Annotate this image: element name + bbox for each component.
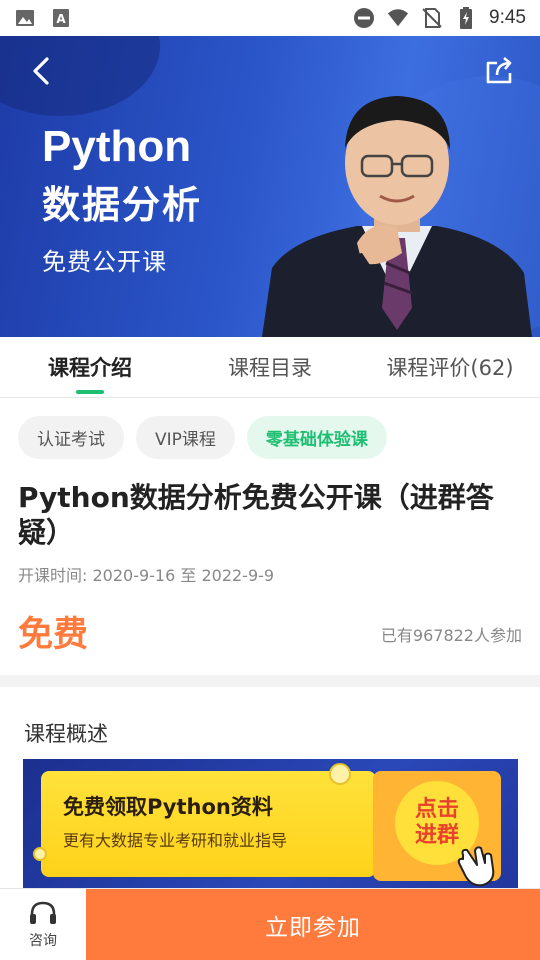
banner-title-line2: 数据分析 (42, 183, 203, 227)
overview-title: 课程概述 (24, 722, 108, 746)
course-tabs: 课程介绍 课程目录 课程评价(62) (0, 337, 540, 398)
promo-sub-text: 更有大数据专业考研和就业指导 (63, 831, 288, 850)
svg-text:A: A (56, 12, 66, 26)
tab-catalog[interactable]: 课程目录 (180, 337, 360, 397)
back-button[interactable] (24, 54, 58, 88)
tab-intro-label: 课程介绍 (48, 356, 132, 380)
wifi-icon (387, 7, 409, 29)
tab-intro[interactable]: 课程介绍 (0, 337, 180, 397)
chevron-left-icon (33, 57, 49, 85)
tag-vip: VIP课程 (136, 416, 235, 459)
consult-label: 咨询 (29, 932, 57, 949)
participant-count: 已有967822人参加 (380, 626, 522, 645)
join-group-line2: 进群 (414, 823, 459, 848)
image-icon (14, 7, 36, 29)
promo-banner[interactable]: 免费领取Python资料 更有大数据专业考研和就业指导 点击 进群 (23, 759, 518, 889)
pointer-hand-icon (457, 846, 495, 887)
clock: 9:45 (489, 7, 526, 28)
banner-title-line1: Python (42, 122, 192, 171)
tab-catalog-label: 课程目录 (228, 356, 312, 380)
bottom-action-bar: 咨询 立即参加 (0, 888, 540, 960)
promo-decor-dot (329, 763, 351, 785)
dnd-icon (353, 7, 375, 29)
active-tab-indicator (76, 390, 104, 394)
promo-card (41, 771, 376, 877)
consult-button[interactable]: 咨询 (0, 889, 86, 960)
share-button[interactable] (482, 54, 516, 88)
presenter-photo (262, 96, 532, 337)
course-tags: 认证考试 VIP课程 零基础体验课 (18, 416, 387, 459)
course-price: 免费 (18, 615, 89, 655)
join-now-button[interactable]: 立即参加 (86, 889, 540, 960)
text-a-icon: A (50, 7, 72, 29)
headset-icon (30, 901, 56, 924)
tag-beginner: 零基础体验课 (246, 416, 387, 459)
tab-reviews-label: 课程评价(62) (386, 356, 514, 380)
promo-decor-dot (33, 847, 47, 861)
course-time: 开课时间: 2020-9-16 至 2022-9-9 (18, 566, 275, 585)
tab-reviews[interactable]: 课程评价(62) (360, 337, 540, 397)
status-bar: A 9:45 (0, 0, 540, 36)
no-sim-icon (421, 7, 443, 29)
course-banner: Python 数据分析 免费公开课 (0, 36, 540, 337)
banner-subtitle: 免费公开课 (42, 248, 167, 276)
battery-charging-icon (455, 7, 477, 29)
share-icon (486, 57, 512, 84)
tag-certification: 认证考试 (18, 416, 124, 459)
join-group-line1: 点击 (414, 797, 459, 822)
promo-main-text: 免费领取Python资料 (63, 795, 273, 819)
course-title: Python数据分析免费公开课（进群答疑） (18, 481, 494, 549)
section-divider (0, 675, 540, 687)
